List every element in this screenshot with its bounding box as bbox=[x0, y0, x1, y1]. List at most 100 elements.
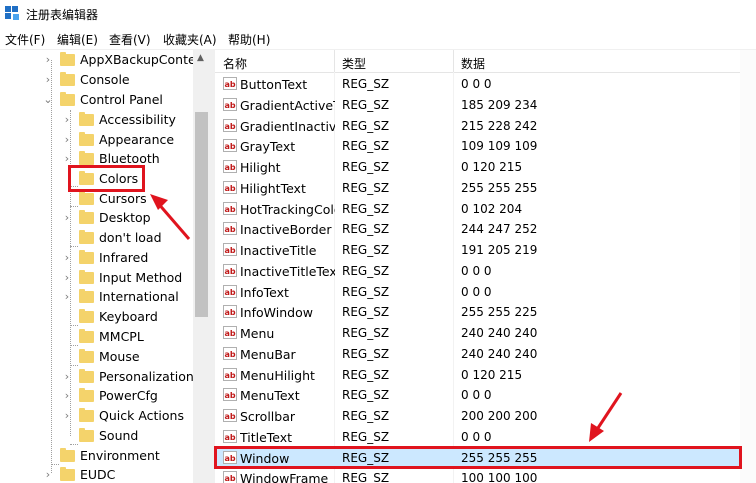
chevron-right-icon[interactable]: › bbox=[61, 386, 73, 406]
tree-node-personalization[interactable]: › Personalization bbox=[0, 367, 194, 387]
chevron-right-icon[interactable]: › bbox=[61, 406, 73, 426]
chevron-right-icon[interactable]: › bbox=[42, 70, 54, 90]
value-row[interactable]: ab Scrollbar REG_SZ 200 200 200 bbox=[215, 406, 756, 426]
menu-file[interactable]: 文件(F) bbox=[5, 31, 45, 48]
value-row[interactable]: ab MenuText REG_SZ 0 0 0 bbox=[215, 385, 756, 405]
value-row[interactable]: ab WindowFrame REG_SZ 100 100 100 bbox=[215, 468, 756, 483]
tree-node-label: Environment bbox=[80, 448, 160, 463]
menu-help[interactable]: 帮助(H) bbox=[228, 31, 270, 48]
value-row[interactable]: abGradientInactiveTitle REG_SZ 215 228 242 bbox=[215, 116, 756, 136]
tree-node-label: Accessibility bbox=[99, 112, 176, 127]
tree-node-console[interactable]: › Console bbox=[0, 70, 193, 90]
column-header-type[interactable]: 类型 bbox=[342, 55, 366, 72]
tree-node-powercfg[interactable]: › PowerCfg bbox=[0, 386, 193, 406]
tree-node-cursors[interactable]: Cursors bbox=[0, 189, 193, 209]
value-row[interactable]: ab MenuBar REG_SZ 240 240 240 bbox=[215, 344, 756, 364]
tree-node-control-panel[interactable]: ⌄ Control Panel bbox=[0, 90, 193, 110]
tree-node-desktop[interactable]: › Desktop bbox=[0, 208, 193, 228]
value-name: MenuBar bbox=[240, 347, 296, 362]
chevron-right-icon[interactable]: › bbox=[61, 367, 73, 387]
value-row[interactable]: ab HilightText REG_SZ 255 255 255 bbox=[215, 178, 756, 198]
folder-icon bbox=[60, 72, 75, 86]
value-row[interactable]: ab InfoText REG_SZ 0 0 0 bbox=[215, 282, 756, 302]
value-row[interactable]: ab ButtonText REG_SZ 0 0 0 bbox=[215, 74, 756, 94]
tree-node-appxbackupconter[interactable]: › AppXBackupConter bbox=[0, 50, 201, 70]
tree-node-international[interactable]: › International bbox=[0, 287, 193, 307]
folder-icon bbox=[79, 171, 94, 185]
chevron-right-icon[interactable]: › bbox=[42, 465, 54, 483]
value-name: InactiveTitle bbox=[240, 243, 317, 258]
tree-node-keyboard[interactable]: Keyboard bbox=[0, 307, 193, 327]
tree-node-accessibility[interactable]: › Accessibility bbox=[0, 110, 193, 130]
tree-node-dont-load[interactable]: don't load bbox=[0, 228, 193, 248]
value-name: GrayText bbox=[240, 139, 296, 154]
value-row[interactable]: ab InactiveBorder REG_SZ 244 247 252 bbox=[215, 219, 756, 239]
chevron-right-icon[interactable]: › bbox=[61, 149, 73, 169]
title-bar: 注册表编辑器 bbox=[0, 0, 756, 27]
folder-icon bbox=[79, 230, 94, 244]
registry-tree[interactable]: › AppXBackupConter › Console ⌄ Control P… bbox=[0, 50, 210, 483]
value-name: Window bbox=[240, 451, 290, 466]
folder-icon bbox=[79, 369, 94, 383]
string-value-icon: ab bbox=[223, 347, 237, 360]
tree-node-input-method[interactable]: › Input Method bbox=[0, 268, 193, 288]
folder-icon bbox=[79, 428, 94, 442]
menu-view[interactable]: 查看(V) bbox=[109, 31, 151, 48]
tree-node-appearance[interactable]: › Appearance bbox=[0, 130, 193, 150]
value-row[interactable]: ab TitleText REG_SZ 0 0 0 bbox=[215, 427, 756, 447]
tree-node-sound[interactable]: Sound bbox=[0, 426, 193, 446]
value-data: 0 0 0 bbox=[461, 77, 492, 91]
value-name: WindowFrame bbox=[240, 471, 329, 483]
value-row[interactable]: ab Hilight REG_SZ 0 120 215 bbox=[215, 157, 756, 177]
value-row[interactable]: ab InfoWindow REG_SZ 255 255 225 bbox=[215, 302, 756, 322]
value-name: GradientActiveTitle bbox=[240, 98, 335, 113]
value-row[interactable]: ab InactiveTitleText REG_SZ 0 0 0 bbox=[215, 261, 756, 281]
chevron-right-icon[interactable]: › bbox=[61, 287, 73, 307]
tree-node-label: Console bbox=[80, 72, 130, 87]
value-data: 0 120 215 bbox=[461, 368, 523, 382]
column-divider[interactable] bbox=[334, 50, 335, 72]
tree-node-mouse[interactable]: Mouse bbox=[0, 347, 193, 367]
chevron-down-icon[interactable]: ⌄ bbox=[42, 90, 54, 110]
menu-edit[interactable]: 编辑(E) bbox=[57, 31, 98, 48]
chevron-right-icon[interactable]: › bbox=[61, 130, 73, 150]
column-header-data[interactable]: 数据 bbox=[461, 55, 485, 72]
string-value-icon: ab bbox=[223, 222, 237, 235]
value-row-selected[interactable]: ab Window REG_SZ 255 255 255 bbox=[215, 448, 756, 468]
tree-node-bluetooth[interactable]: › Bluetooth bbox=[0, 149, 193, 169]
value-name: HilightText bbox=[240, 181, 306, 196]
values-list[interactable]: 名称 类型 数据 ab ButtonText REG_SZ 0 0 0 ab Gradi… bbox=[215, 50, 756, 483]
tree-node-eudc[interactable]: › EUDC bbox=[0, 465, 193, 483]
value-row[interactable]: ab MenuHilight REG_SZ 0 120 215 bbox=[215, 365, 756, 385]
scroll-up-icon[interactable]: ▲ bbox=[197, 53, 204, 63]
value-row[interactable]: abGradientActiveTitle REG_SZ 185 209 234 bbox=[215, 95, 756, 115]
column-header-name[interactable]: 名称 bbox=[223, 55, 247, 72]
value-type: REG_SZ bbox=[342, 471, 390, 483]
tree-node-colors[interactable]: Colors bbox=[0, 169, 193, 189]
tree-node-infrared[interactable]: › Infrared bbox=[0, 248, 193, 268]
values-scrollbar[interactable] bbox=[740, 50, 756, 483]
chevron-right-icon[interactable]: › bbox=[61, 208, 73, 228]
string-value-icon: ab bbox=[223, 243, 237, 256]
value-row[interactable]: ab Menu REG_SZ 240 240 240 bbox=[215, 323, 756, 343]
tree-node-environment[interactable]: Environment bbox=[0, 446, 193, 466]
tree-node-mmcpl[interactable]: MMCPL bbox=[0, 327, 193, 347]
tree-scrollbar-thumb[interactable] bbox=[195, 112, 208, 317]
tree-node-quick-actions[interactable]: › Quick Actions bbox=[0, 406, 193, 426]
folder-icon bbox=[79, 250, 94, 264]
tree-scrollbar[interactable]: ▲ bbox=[193, 50, 210, 483]
value-row[interactable]: ab InactiveTitle REG_SZ 191 205 219 bbox=[215, 240, 756, 260]
value-data: 255 255 225 bbox=[461, 305, 538, 319]
chevron-right-icon[interactable]: › bbox=[42, 50, 54, 70]
folder-icon bbox=[79, 270, 94, 284]
string-value-icon: ab bbox=[223, 139, 237, 152]
chevron-right-icon[interactable]: › bbox=[61, 268, 73, 288]
value-row[interactable]: abHotTrackingColor REG_SZ 0 102 204 bbox=[215, 199, 756, 219]
column-divider[interactable] bbox=[453, 50, 454, 72]
tree-node-label: Infrared bbox=[99, 250, 149, 265]
chevron-right-icon[interactable]: › bbox=[61, 110, 73, 130]
value-row[interactable]: ab GrayText REG_SZ 109 109 109 bbox=[215, 136, 756, 156]
chevron-right-icon[interactable]: › bbox=[61, 248, 73, 268]
value-data: 0 0 0 bbox=[461, 264, 492, 278]
menu-favorites[interactable]: 收藏夹(A) bbox=[163, 31, 217, 48]
